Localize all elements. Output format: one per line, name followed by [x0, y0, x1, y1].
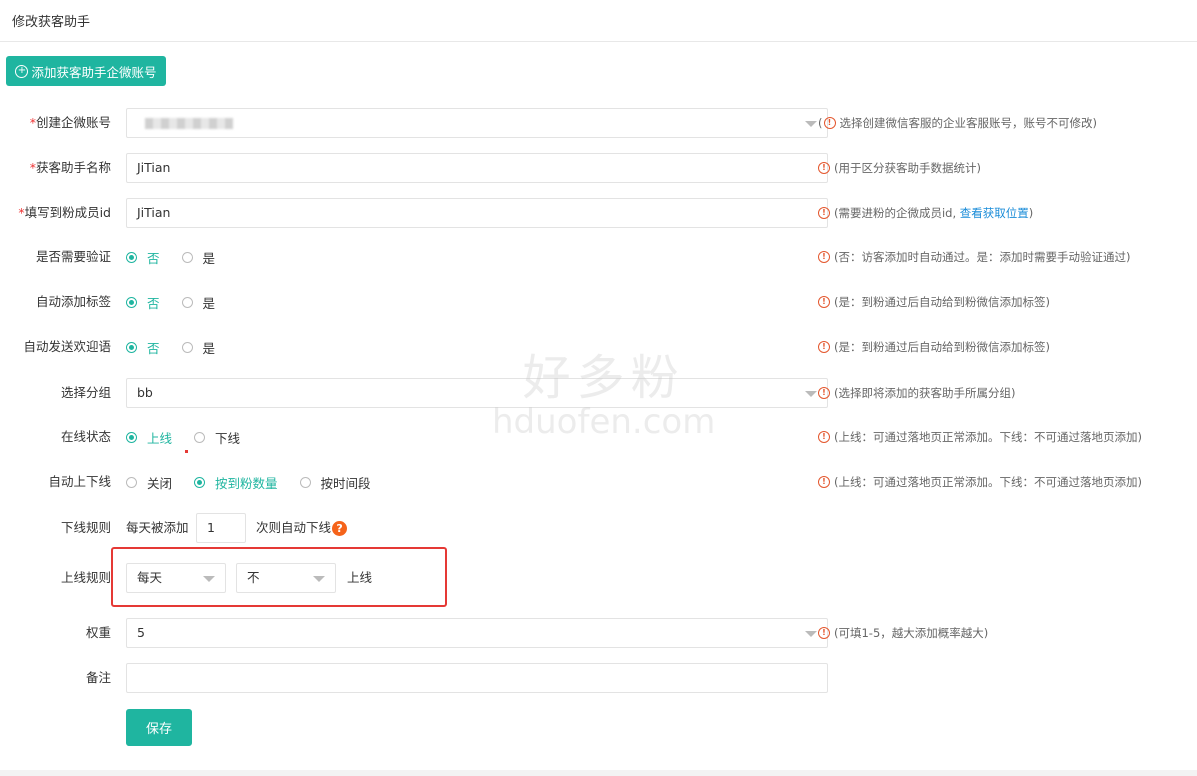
offline-count-input[interactable]: 1: [196, 513, 246, 543]
auto-tag-option-yes[interactable]: 是: [181, 293, 215, 312]
add-account-label: 添加获客助手企微账号: [31, 64, 157, 80]
status-option-online[interactable]: 上线: [126, 428, 172, 447]
verify-hint: ! (否：访客添加时自动通过。是：添加时需要手动验证通过): [818, 242, 1130, 272]
name-hint: ! (用于区分获客助手数据统计): [818, 153, 981, 183]
welcome-hint: ! (是：到粉通过后自动给到粉微信添加标签): [818, 332, 1050, 362]
welcome-label: 自动发送欢迎语: [23, 339, 111, 354]
welcome-radio-group: 否 是: [126, 332, 237, 362]
auto-tag-radio-group: 否 是: [126, 287, 237, 317]
offline-rule-prefix: 每天被添加: [126, 520, 189, 535]
group-hint: ! (选择即将添加的获客助手所属分组): [818, 378, 1015, 408]
online-rule-label: 上线规则: [60, 570, 111, 585]
blurred-account-value: [145, 118, 233, 129]
status-option-offline[interactable]: 下线: [194, 428, 240, 447]
info-icon: !: [818, 476, 830, 488]
note-input[interactable]: [126, 663, 828, 693]
highlight-annotation-box: [111, 547, 447, 607]
view-location-link[interactable]: 查看获取位置: [960, 198, 1029, 228]
weight-select[interactable]: 5: [126, 618, 828, 648]
row-group: 选择分组 bb ! (选择即将添加的获客助手所属分组): [0, 378, 1197, 408]
row-account: *创建企微账号 (! 选择创建微信客服的企业客服账号，账号不可修改): [0, 108, 1197, 138]
member-id-label: *填写到粉成员id: [18, 205, 111, 220]
row-member-id: *填写到粉成员id JiTian ! (需要进粉的企微成员id, 查看获取位置): [0, 198, 1197, 228]
offline-rule-label: 下线规则: [60, 520, 111, 535]
info-icon: !: [818, 251, 830, 263]
info-icon: !: [818, 431, 830, 443]
row-auto-online: 自动上下线 关闭 按到粉数量 按时间段 ! (上线：可通过落地页正常添加。下线：不…: [0, 467, 1197, 497]
status-radio-group: 上线 下线: [126, 422, 262, 452]
info-icon: !: [818, 296, 830, 308]
member-id-input[interactable]: JiTian: [126, 198, 828, 228]
chevron-down-icon: [805, 121, 817, 127]
auto-online-hint: ! (上线：可通过落地页正常添加。下线：不可通过落地页添加): [818, 467, 1142, 497]
note-label: 备注: [85, 670, 111, 685]
add-account-button[interactable]: + 添加获客助手企微账号: [6, 56, 166, 86]
info-icon: !: [818, 162, 830, 174]
row-offline-rule: 下线规则 每天被添加 1 次则自动下线?: [0, 513, 1197, 543]
page-title: 修改获客助手: [0, 0, 1197, 42]
member-id-hint: ! (需要进粉的企微成员id, 查看获取位置): [818, 198, 1033, 228]
auto-tag-hint: ! (是：到粉通过后自动给到粉微信添加标签): [818, 287, 1050, 317]
group-label: 选择分组: [60, 385, 111, 400]
row-welcome: 自动发送欢迎语 否 是 ! (是：到粉通过后自动给到粉微信添加标签): [0, 332, 1197, 362]
row-name: *获客助手名称 JiTian ! (用于区分获客助手数据统计): [0, 153, 1197, 183]
plus-circle-icon: +: [15, 64, 29, 78]
help-icon[interactable]: ?: [332, 521, 348, 536]
auto-online-option-off[interactable]: 关闭: [126, 473, 172, 492]
welcome-option-yes[interactable]: 是: [181, 338, 215, 357]
row-note: 备注: [0, 663, 1197, 693]
info-icon: !: [818, 387, 830, 399]
info-icon: !: [818, 341, 830, 353]
auto-online-label: 自动上下线: [48, 474, 111, 489]
verify-option-no[interactable]: 否: [126, 248, 160, 267]
chevron-down-icon: [805, 391, 817, 397]
verify-option-yes[interactable]: 是: [181, 248, 215, 267]
account-select[interactable]: [126, 108, 828, 138]
group-select[interactable]: bb: [126, 378, 828, 408]
auto-online-radio-group: 关闭 按到粉数量 按时间段: [126, 467, 393, 497]
auto-tag-label: 自动添加标签: [35, 294, 111, 309]
verify-label: 是否需要验证: [35, 249, 111, 264]
info-icon: !: [818, 627, 830, 639]
info-icon: !: [818, 207, 830, 219]
verify-radio-group: 否 是: [126, 242, 237, 272]
row-status: 在线状态 上线 下线 ! (上线：可通过落地页正常添加。下线：不可通过落地页添加): [0, 422, 1197, 452]
status-label: 在线状态: [60, 429, 111, 444]
chevron-down-icon: [805, 631, 817, 637]
save-button[interactable]: 保存: [126, 709, 192, 746]
weight-hint: ! (可填1-5，越大添加概率越大): [818, 618, 988, 648]
auto-online-option-by-count[interactable]: 按到粉数量: [194, 473, 278, 492]
red-marker-dot: [185, 450, 188, 453]
name-label: *获客助手名称: [29, 160, 111, 175]
auto-tag-option-no[interactable]: 否: [126, 293, 160, 312]
name-input[interactable]: JiTian: [126, 153, 828, 183]
info-icon: !: [823, 117, 836, 129]
bottom-divider: [0, 770, 1197, 776]
welcome-option-no[interactable]: 否: [126, 338, 160, 357]
row-weight: 权重 5 ! (可填1-5，越大添加概率越大): [0, 618, 1197, 648]
offline-rule-suffix: 次则自动下线?: [256, 513, 348, 543]
auto-online-option-by-time[interactable]: 按时间段: [299, 473, 371, 492]
row-verify: 是否需要验证 否 是 ! (否：访客添加时自动通过。是：添加时需要手动验证通过): [0, 242, 1197, 272]
account-hint: (! 选择创建微信客服的企业客服账号，账号不可修改): [818, 116, 1097, 130]
row-auto-tag: 自动添加标签 否 是 ! (是：到粉通过后自动给到粉微信添加标签): [0, 287, 1197, 317]
account-label: *创建企微账号: [29, 115, 111, 130]
weight-label: 权重: [85, 625, 111, 640]
status-hint: ! (上线：可通过落地页正常添加。下线：不可通过落地页添加): [818, 422, 1142, 452]
